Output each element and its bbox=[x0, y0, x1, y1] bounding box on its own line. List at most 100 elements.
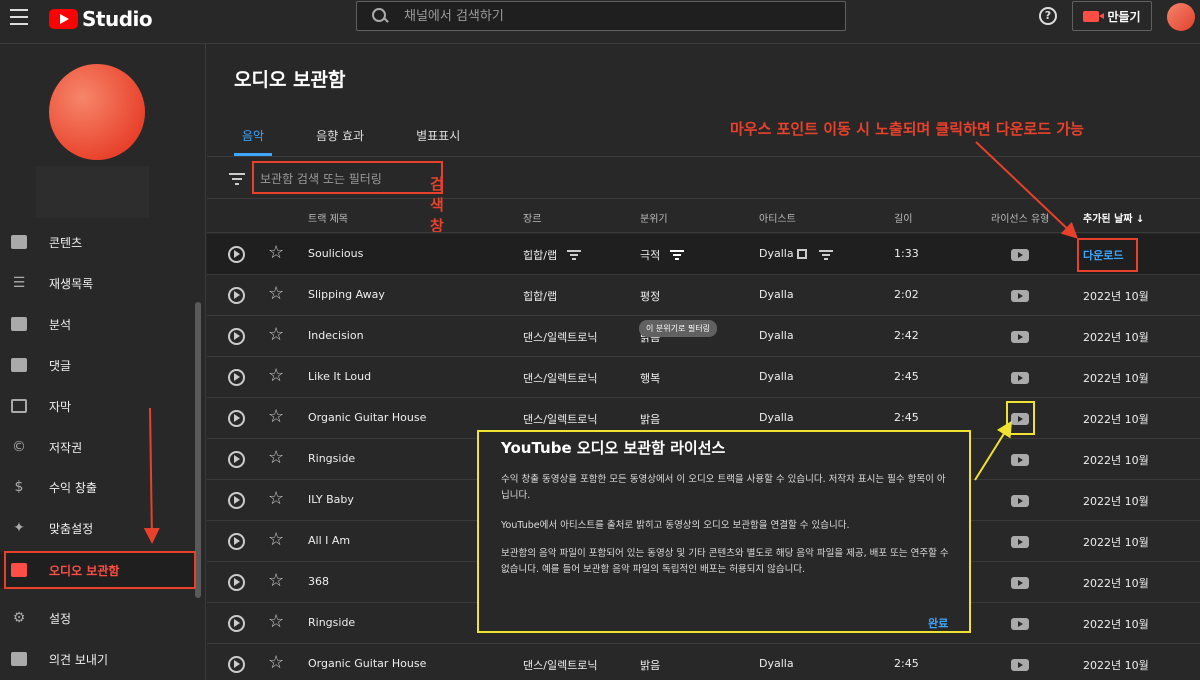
play-icon[interactable] bbox=[228, 492, 245, 509]
track-genre: 힙합/랩 bbox=[523, 290, 558, 303]
sidebar-item-monetization[interactable]: $ 수익 창출 bbox=[0, 469, 196, 505]
star-icon[interactable]: ☆ bbox=[268, 654, 284, 672]
track-duration: 2:45 bbox=[894, 657, 919, 670]
star-icon[interactable]: ☆ bbox=[268, 613, 284, 631]
annotation-license-highlight bbox=[1006, 401, 1035, 435]
youtube-license-icon[interactable] bbox=[1011, 290, 1029, 302]
tab-bar: 음악 음향 효과 별표표시 bbox=[234, 128, 504, 156]
search-input[interactable] bbox=[404, 8, 804, 24]
youtube-license-icon[interactable] bbox=[1011, 372, 1029, 384]
sidebar-item-label: 맞춤설정 bbox=[49, 521, 94, 536]
col-genre[interactable]: 장르 bbox=[523, 210, 541, 225]
search-icon bbox=[372, 8, 388, 24]
youtube-license-icon[interactable] bbox=[1011, 495, 1029, 507]
sidebar-item-comments[interactable]: 댓글 bbox=[0, 347, 196, 383]
feedback-icon bbox=[9, 650, 29, 668]
play-icon[interactable] bbox=[228, 615, 245, 632]
sidebar-item-label: 분석 bbox=[49, 317, 72, 332]
play-icon[interactable] bbox=[228, 533, 245, 550]
col-title: 트랙 제목 bbox=[308, 214, 348, 225]
play-icon[interactable] bbox=[228, 574, 245, 591]
mood-filter-tooltip: 이 분위기로 필터링 bbox=[639, 320, 717, 337]
account-avatar[interactable] bbox=[1167, 3, 1195, 31]
track-artist: Dyalla bbox=[759, 329, 794, 342]
youtube-license-icon[interactable] bbox=[1011, 659, 1029, 671]
sidebar-item-label: 설정 bbox=[49, 611, 72, 626]
sidebar-item-playlists[interactable]: ☰ 재생목록 bbox=[0, 265, 196, 301]
track-mood: 극적 bbox=[640, 249, 661, 262]
table-row[interactable]: ☆ Organic Guitar House 댄스/일렉트로닉 밝음 Dyall… bbox=[207, 644, 1200, 680]
magic-wand-icon: ✦ bbox=[13, 520, 25, 536]
filter-icon[interactable] bbox=[819, 250, 833, 260]
track-date: 2022년 10월 bbox=[1083, 454, 1149, 467]
track-genre: 댄스/일렉트로닉 bbox=[523, 372, 598, 385]
track-artist: Dyalla bbox=[759, 657, 794, 670]
youtube-license-icon[interactable] bbox=[1011, 454, 1029, 466]
track-title: Organic Guitar House bbox=[308, 411, 427, 424]
sidebar-item-subtitles[interactable]: 자막 bbox=[0, 388, 196, 424]
tab-sound-effects[interactable]: 음향 효과 bbox=[308, 128, 372, 156]
external-link-icon[interactable] bbox=[797, 249, 807, 259]
track-title: Ringside bbox=[308, 616, 356, 629]
star-icon[interactable]: ☆ bbox=[268, 244, 284, 262]
filter-icon[interactable] bbox=[567, 250, 581, 260]
track-duration: 2:45 bbox=[894, 370, 919, 383]
download-link[interactable]: 다운로드 bbox=[1083, 247, 1123, 263]
track-date: 2022년 10월 bbox=[1083, 372, 1149, 385]
filter-icon[interactable] bbox=[670, 250, 684, 260]
track-duration: 2:42 bbox=[894, 329, 919, 342]
content-icon bbox=[9, 233, 29, 251]
tab-starred[interactable]: 별표표시 bbox=[408, 128, 468, 156]
play-icon[interactable] bbox=[228, 410, 245, 427]
help-icon[interactable]: ? bbox=[1039, 7, 1057, 25]
youtube-license-icon[interactable] bbox=[1011, 618, 1029, 630]
youtube-license-icon[interactable] bbox=[1011, 577, 1029, 589]
star-icon[interactable]: ☆ bbox=[268, 326, 284, 344]
col-mood[interactable]: 분위기 bbox=[640, 210, 668, 225]
play-icon[interactable] bbox=[228, 451, 245, 468]
col-date[interactable]: 추가된 날짜 ↓ bbox=[1083, 210, 1144, 225]
star-icon[interactable]: ☆ bbox=[268, 572, 284, 590]
sidebar-item-feedback[interactable]: 의견 보내기 bbox=[0, 641, 196, 677]
channel-search[interactable] bbox=[356, 1, 846, 31]
sidebar-item-settings[interactable]: ⚙ 설정 bbox=[0, 600, 196, 636]
col-artist[interactable]: 아티스트 bbox=[759, 210, 796, 225]
sidebar-item-content[interactable]: 콘텐츠 bbox=[0, 224, 196, 260]
youtube-license-icon[interactable] bbox=[1011, 331, 1029, 343]
sidebar-item-customization[interactable]: ✦ 맞춤설정 bbox=[0, 510, 196, 546]
youtube-license-icon[interactable] bbox=[1011, 536, 1029, 548]
table-row[interactable]: ☆ Soulicious 힙합/랩 극적 Dyalla 1:33 다운로드 bbox=[207, 234, 1200, 275]
tab-music[interactable]: 음악 bbox=[234, 128, 273, 156]
star-icon[interactable]: ☆ bbox=[268, 531, 284, 549]
play-icon[interactable] bbox=[228, 656, 245, 673]
track-title: Organic Guitar House bbox=[308, 657, 427, 670]
play-icon[interactable] bbox=[228, 246, 245, 263]
star-icon[interactable]: ☆ bbox=[268, 490, 284, 508]
done-button[interactable]: 완료 bbox=[928, 615, 948, 631]
track-duration: 1:33 bbox=[894, 247, 919, 260]
star-icon[interactable]: ☆ bbox=[268, 449, 284, 467]
col-duration[interactable]: 길이 bbox=[894, 210, 912, 225]
track-artist: Dyalla bbox=[759, 288, 794, 301]
play-icon[interactable] bbox=[228, 328, 245, 345]
sidebar-item-analytics[interactable]: 분석 bbox=[0, 306, 196, 342]
track-title: 368 bbox=[308, 575, 329, 588]
youtube-license-icon[interactable] bbox=[1011, 249, 1029, 261]
video-camera-icon bbox=[1083, 10, 1105, 22]
star-icon[interactable]: ☆ bbox=[268, 367, 284, 385]
track-artist: Dyalla bbox=[759, 411, 794, 424]
sidebar-item-copyright[interactable]: © 저작권 bbox=[0, 429, 196, 465]
table-row[interactable]: ☆ Like It Loud 댄스/일렉트로닉 행복 Dyalla 2:45 2… bbox=[207, 357, 1200, 398]
table-row[interactable]: ☆ Slipping Away 힙합/랩 평정 Dyalla 2:02 2022… bbox=[207, 275, 1200, 316]
dollar-icon: $ bbox=[14, 479, 24, 495]
license-dialog: YouTube 오디오 보관함 라이선스 수익 창출 동영상을 포함한 모든 동… bbox=[477, 430, 971, 633]
star-icon[interactable]: ☆ bbox=[268, 408, 284, 426]
star-icon[interactable]: ☆ bbox=[268, 285, 284, 303]
sidebar-item-label: 댓글 bbox=[49, 358, 72, 373]
track-title: Ringside bbox=[308, 452, 356, 465]
track-date: 2022년 10월 bbox=[1083, 536, 1149, 549]
filter-icon[interactable] bbox=[229, 173, 245, 185]
create-button[interactable]: 만들기 bbox=[1072, 1, 1152, 31]
play-icon[interactable] bbox=[228, 369, 245, 386]
play-icon[interactable] bbox=[228, 287, 245, 304]
